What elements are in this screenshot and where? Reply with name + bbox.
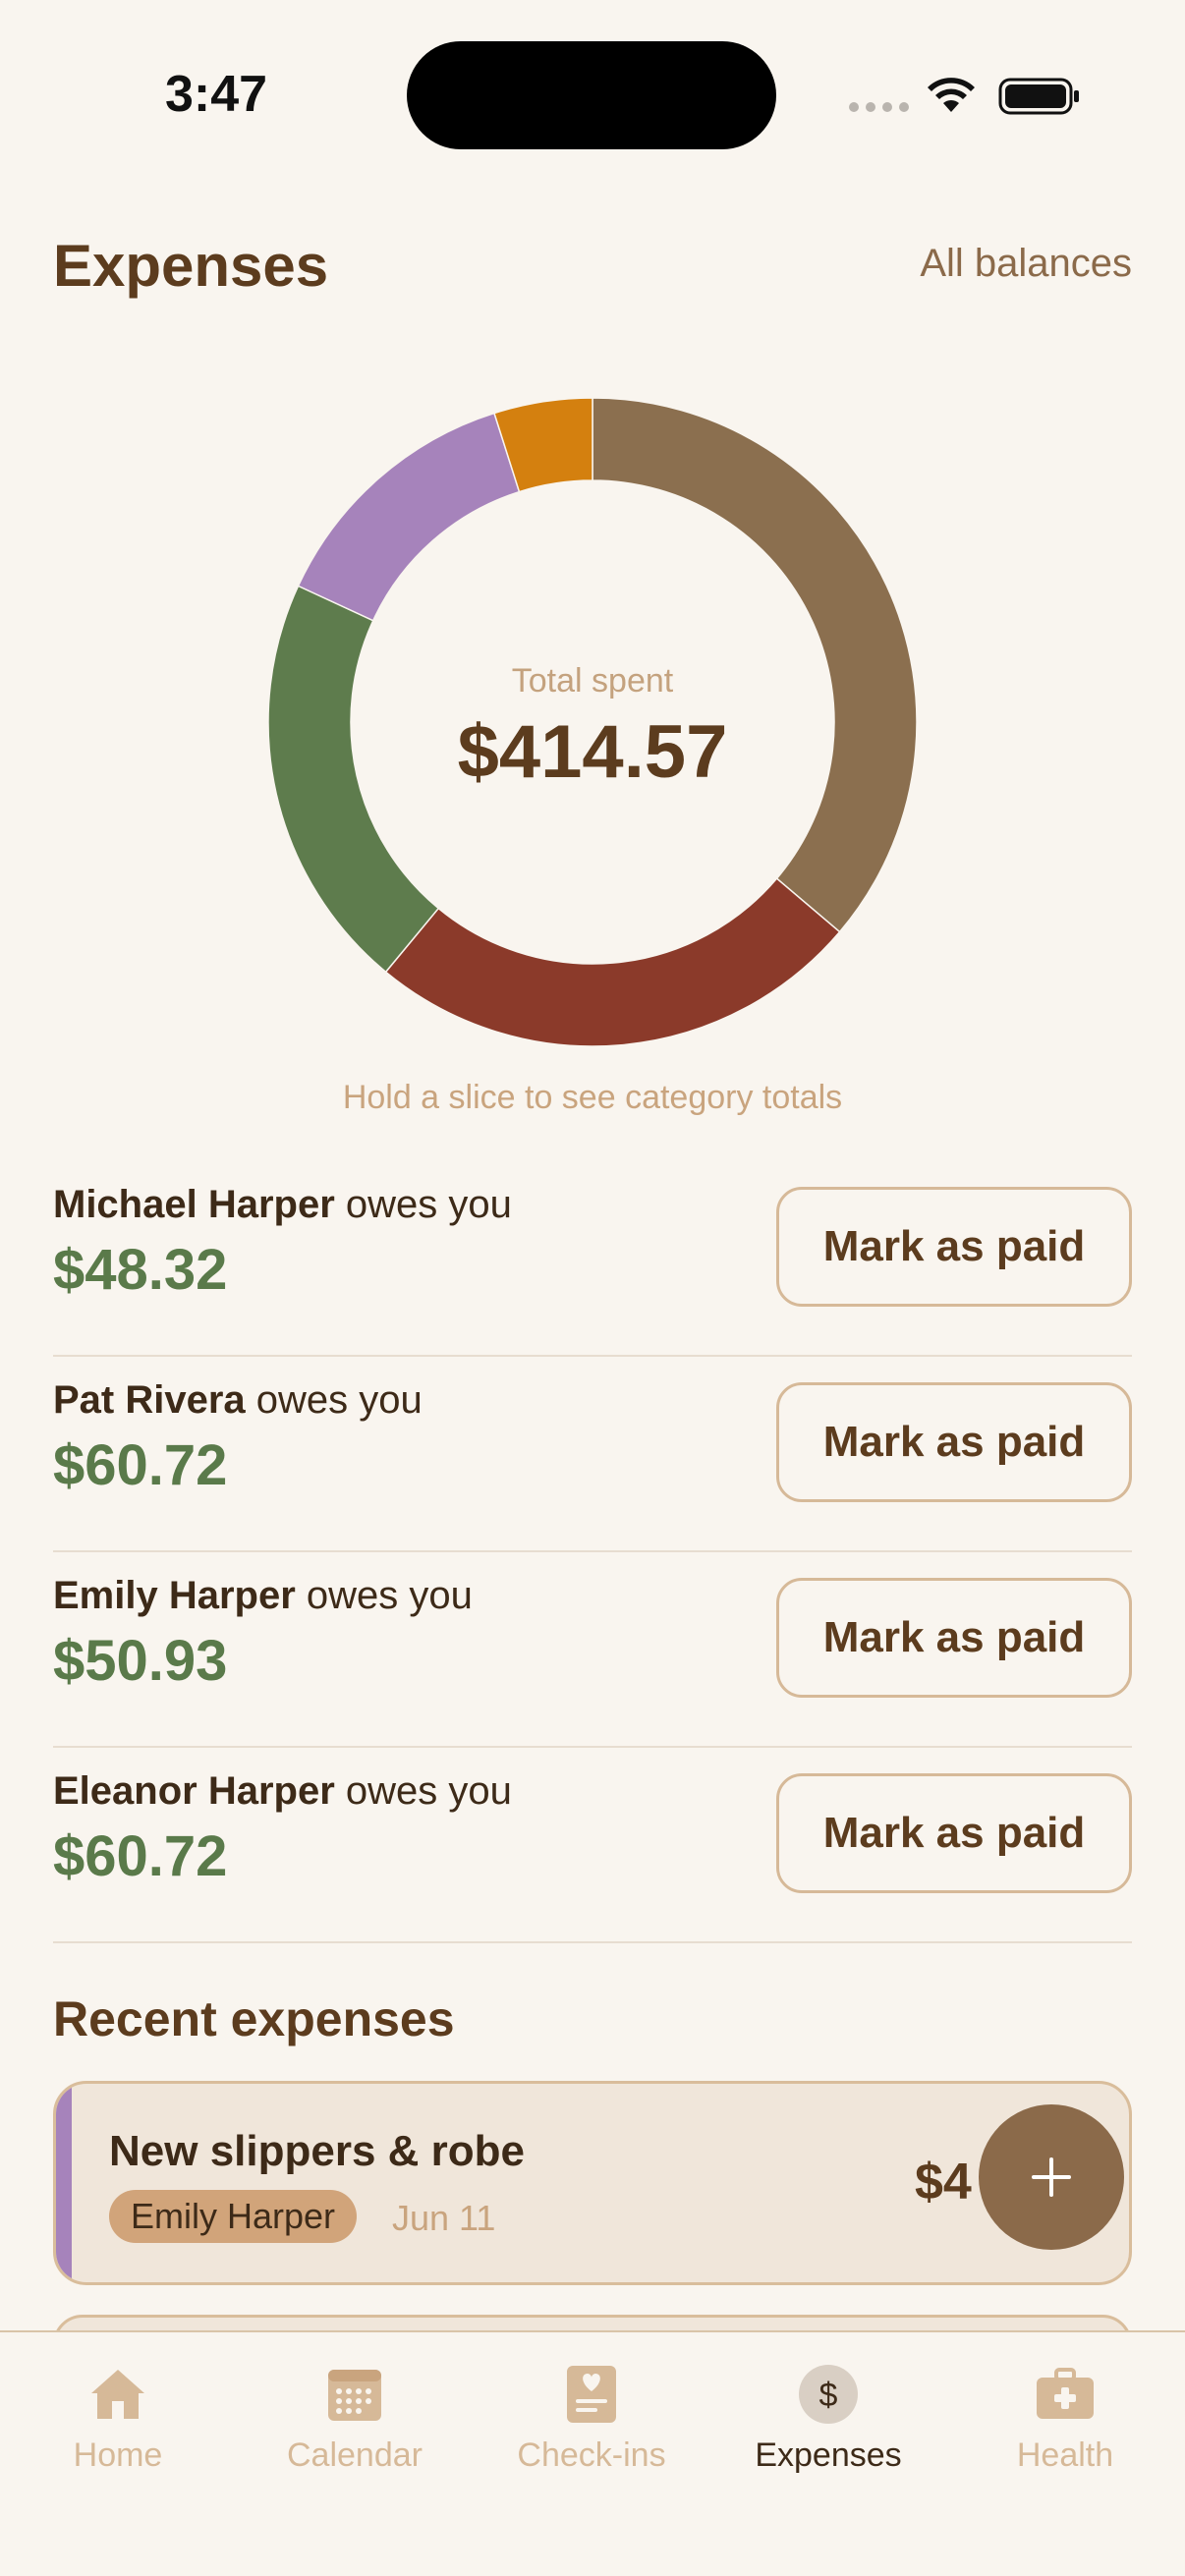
total-spent-label: Total spent bbox=[511, 662, 674, 700]
battery-icon bbox=[998, 78, 1079, 115]
mark-as-paid-button[interactable]: Mark as paid bbox=[776, 1382, 1132, 1502]
svg-text:$: $ bbox=[819, 2377, 838, 2414]
expense-amount: $4 bbox=[915, 2154, 972, 2211]
balance-row: Eleanor Harper owes you $60.72 Mark as p… bbox=[53, 1748, 1132, 1943]
dollar-icon: $ bbox=[799, 2365, 858, 2424]
balances-list: Michael Harper owes you $48.32 Mark as p… bbox=[53, 1161, 1132, 1943]
tab-label: Expenses bbox=[755, 2436, 902, 2474]
calendar-icon bbox=[328, 2370, 381, 2421]
tab-label: Check-ins bbox=[517, 2436, 666, 2474]
page-title: Expenses bbox=[53, 233, 329, 299]
balance-line: Michael Harper owes you bbox=[53, 1183, 512, 1227]
mark-as-paid-button[interactable]: Mark as paid bbox=[776, 1187, 1132, 1307]
person-name: Michael Harper bbox=[53, 1183, 335, 1226]
donut-slice-2[interactable] bbox=[384, 877, 841, 1047]
wifi-icon bbox=[928, 78, 975, 112]
status-bar: 3:47 bbox=[0, 0, 1185, 187]
balance-amount: $48.32 bbox=[53, 1238, 228, 1302]
balance-row: Pat Rivera owes you $60.72 Mark as paid bbox=[53, 1357, 1132, 1552]
person-name: Eleanor Harper bbox=[53, 1769, 335, 1813]
balance-line: Eleanor Harper owes you bbox=[53, 1769, 512, 1814]
plus-icon bbox=[1032, 2157, 1071, 2197]
total-spent-value: $414.57 bbox=[457, 710, 728, 794]
mark-as-paid-button[interactable]: Mark as paid bbox=[776, 1773, 1132, 1893]
person-name: Pat Rivera bbox=[53, 1378, 246, 1422]
balance-info: Eleanor Harper owes you $60.72 bbox=[53, 1769, 512, 1889]
tab-expenses[interactable]: $ Expenses bbox=[710, 2362, 946, 2475]
expense-title: New slippers & robe bbox=[109, 2127, 526, 2175]
chart-hint: Hold a slice to see category totals bbox=[342, 1079, 843, 1116]
dynamic-island bbox=[407, 41, 776, 149]
person-name: Emily Harper bbox=[53, 1574, 296, 1617]
balance-amount: $50.93 bbox=[53, 1629, 228, 1693]
balance-info: Emily Harper owes you $50.93 bbox=[53, 1574, 473, 1694]
balance-info: Michael Harper owes you $48.32 bbox=[53, 1183, 512, 1303]
owes-text: owes you bbox=[306, 1574, 473, 1617]
balance-line: Pat Rivera owes you bbox=[53, 1378, 423, 1423]
tab-bar: Home Calendar Check-ins $ Expenses Healt… bbox=[0, 2330, 1185, 2576]
owes-text: owes you bbox=[345, 1769, 512, 1813]
tab-label: Calendar bbox=[287, 2436, 423, 2474]
health-kit-icon bbox=[1037, 2368, 1094, 2419]
expense-card[interactable]: New slippers & robe Emily Harper Jun 11 … bbox=[53, 2081, 1132, 2285]
cellular-signal-icon bbox=[849, 102, 909, 112]
expense-date: Jun 11 bbox=[392, 2198, 496, 2238]
tab-label: Health bbox=[1016, 2436, 1114, 2474]
checkins-icon bbox=[567, 2366, 616, 2423]
tab-health[interactable]: Health bbox=[947, 2362, 1183, 2475]
home-icon bbox=[91, 2370, 144, 2419]
tab-home[interactable]: Home bbox=[0, 2362, 236, 2475]
balance-info: Pat Rivera owes you $60.72 bbox=[53, 1378, 423, 1498]
tab-label: Home bbox=[73, 2436, 163, 2474]
balance-amount: $60.72 bbox=[53, 1824, 228, 1888]
spending-donut-chart[interactable]: Total spent $414.57 bbox=[267, 397, 918, 1047]
mark-as-paid-button[interactable]: Mark as paid bbox=[776, 1578, 1132, 1698]
balance-row: Emily Harper owes you $50.93 Mark as pai… bbox=[53, 1552, 1132, 1748]
recent-expenses-heading: Recent expenses bbox=[53, 1991, 455, 2046]
all-balances-link[interactable]: All balances bbox=[920, 242, 1132, 286]
balance-amount: $60.72 bbox=[53, 1433, 228, 1497]
balance-row: Michael Harper owes you $48.32 Mark as p… bbox=[53, 1161, 1132, 1357]
owes-text: owes you bbox=[345, 1183, 512, 1226]
donut-slice-4[interactable] bbox=[297, 412, 521, 622]
owes-text: owes you bbox=[255, 1378, 423, 1422]
category-accent-bar bbox=[56, 2084, 72, 2282]
payer-chip: Emily Harper bbox=[109, 2190, 358, 2243]
tab-check-ins[interactable]: Check-ins bbox=[474, 2362, 709, 2475]
status-time: 3:47 bbox=[165, 66, 268, 123]
balance-line: Emily Harper owes you bbox=[53, 1574, 473, 1618]
tab-calendar[interactable]: Calendar bbox=[237, 2362, 473, 2475]
add-expense-button[interactable] bbox=[979, 2104, 1124, 2250]
